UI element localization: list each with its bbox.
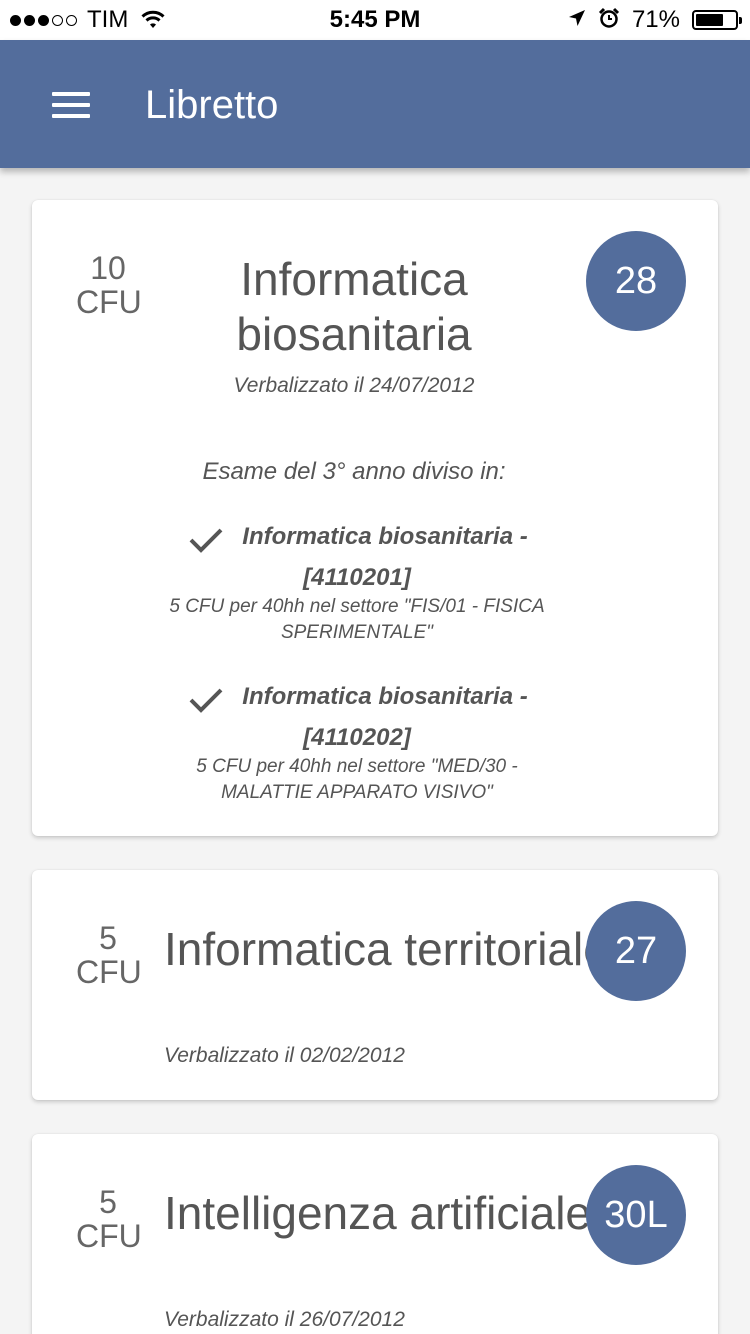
status-bar-right: 71% — [568, 6, 742, 34]
exam-title: Informatica territoriale — [164, 923, 609, 975]
cfu-unit: CFU — [76, 284, 142, 320]
battery-icon — [692, 10, 742, 30]
battery-percentage: 71% — [631, 6, 680, 33]
grade-badge: 27 — [586, 901, 686, 1001]
checkmark-icon — [188, 526, 224, 559]
module-item: Informatica biosanitaria - [4110201] 5 C… — [132, 516, 582, 646]
exam-date: Verbalizzato il 02/02/2012 — [164, 1044, 405, 1067]
cfu-value: 10 — [90, 250, 126, 286]
exam-date: Verbalizzato il 24/07/2012 — [233, 374, 475, 397]
cfu-value: 5 — [99, 1184, 117, 1220]
exam-title: Intelligenza artificiale — [164, 1187, 592, 1239]
battery-fill — [696, 14, 723, 26]
module-code: [4110201] — [303, 564, 411, 591]
cfu-value: 5 — [99, 920, 117, 956]
exam-card[interactable]: 5 CFU Informatica territoriale 27 Verbal… — [32, 870, 718, 1100]
location-arrow-icon — [568, 9, 586, 32]
module-description: 5 CFU per 40hh nel settore "FIS/01 - FIS… — [169, 596, 545, 643]
cfu-unit: CFU — [76, 954, 142, 990]
exam-list: 10 CFU Informatica biosanitaria 28 Verba… — [0, 168, 750, 1334]
cfu-label: 5 CFU — [76, 1184, 142, 1254]
menu-line — [52, 92, 90, 96]
module-code: [4110202] — [303, 724, 411, 751]
exam-subtitle: Esame del 3° anno diviso in: — [202, 458, 506, 485]
menu-line — [52, 103, 90, 107]
menu-line — [52, 114, 90, 118]
page-title: Libretto — [145, 83, 279, 127]
cfu-label: 5 CFU — [76, 920, 142, 990]
status-bar: TIM 5:45 PM 71% — [0, 0, 750, 40]
app-bar: Libretto — [0, 40, 750, 168]
exam-date: Verbalizzato il 26/07/2012 — [164, 1308, 405, 1331]
module-item: Informatica biosanitaria - [4110202] 5 C… — [132, 676, 582, 806]
exam-title: Informatica biosanitaria — [236, 253, 472, 360]
grade-badge: 30L — [586, 1165, 686, 1265]
exam-card[interactable]: 5 CFU Intelligenza artificiale 30L Verba… — [32, 1134, 718, 1334]
grade-badge: 28 — [586, 231, 686, 331]
cfu-unit: CFU — [76, 1218, 142, 1254]
module-description: 5 CFU per 40hh nel settore "MED/30 - MAL… — [196, 756, 518, 803]
cfu-label: 10 CFU — [76, 250, 142, 320]
hamburger-menu-icon[interactable] — [52, 92, 92, 122]
alarm-clock-icon — [598, 7, 620, 34]
exam-card[interactable]: 10 CFU Informatica biosanitaria 28 Verba… — [32, 200, 718, 836]
checkmark-icon — [188, 686, 224, 719]
